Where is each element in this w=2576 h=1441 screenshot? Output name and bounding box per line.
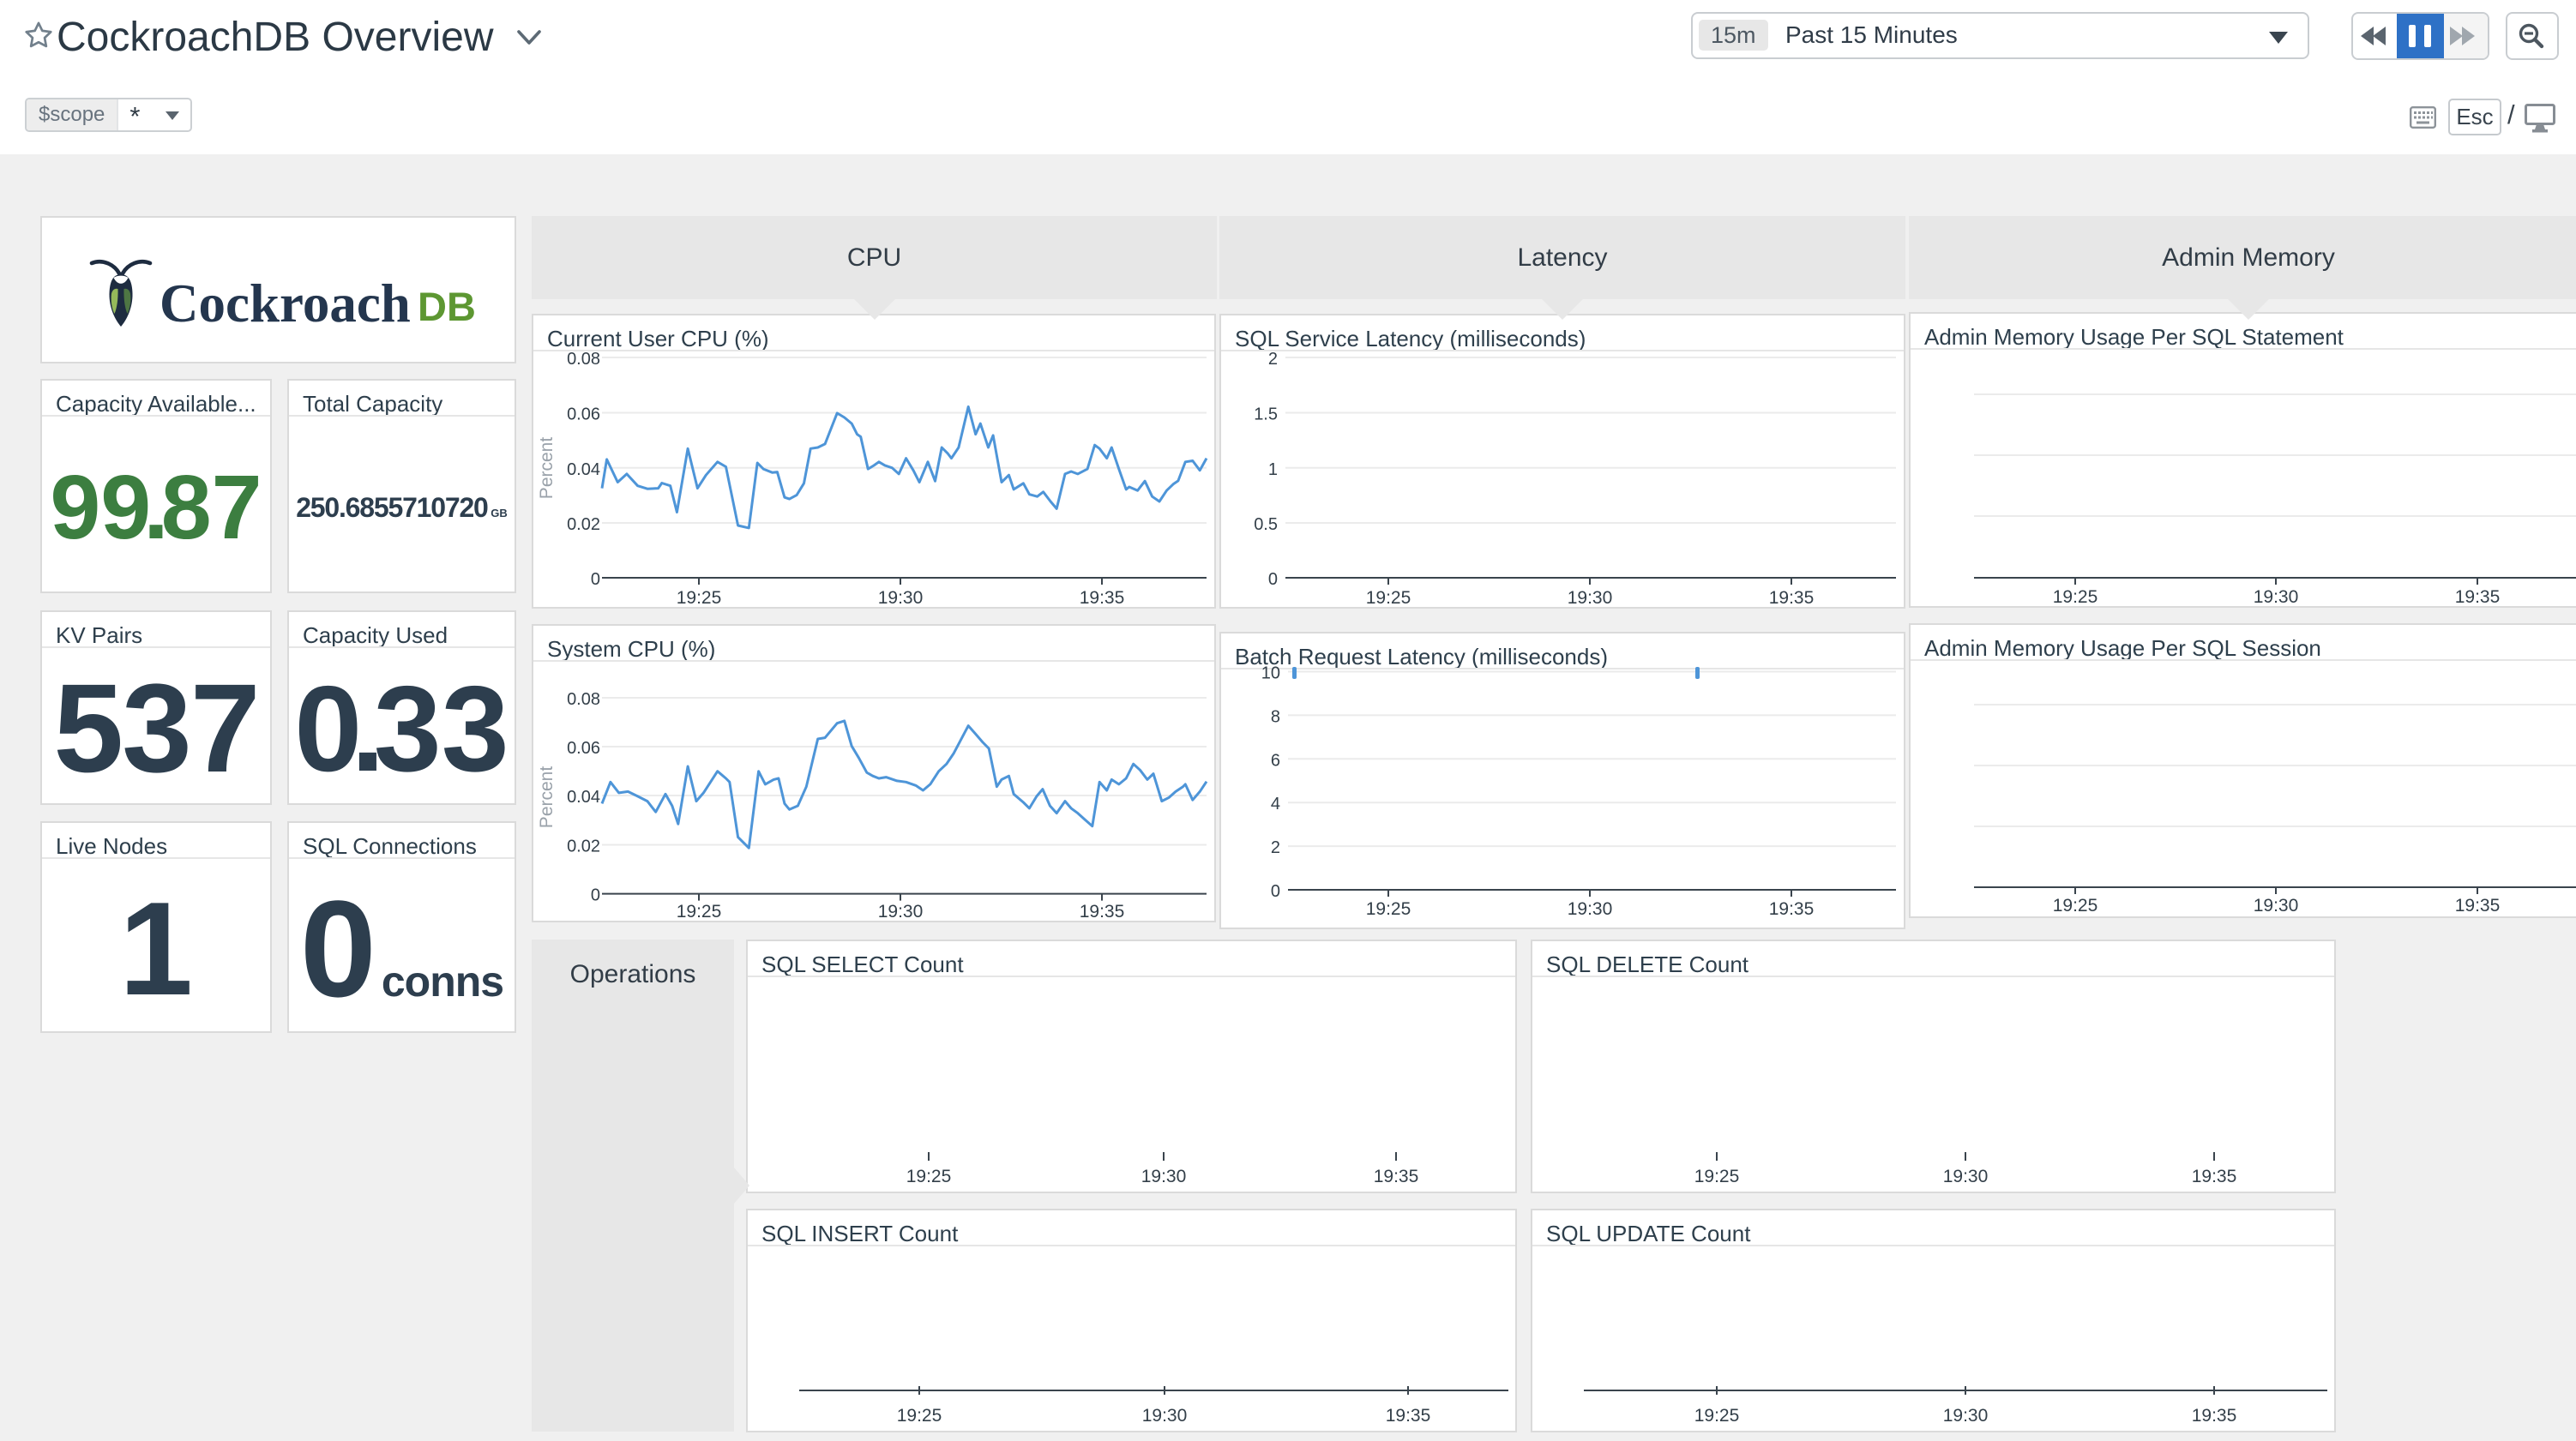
svg-text:19:30: 19:30	[1142, 1406, 1188, 1426]
svg-text:19:25: 19:25	[1366, 588, 1411, 608]
svg-text:0.06: 0.06	[567, 405, 600, 424]
svg-text:19:35: 19:35	[2192, 1406, 2237, 1426]
svg-text:19:25: 19:25	[897, 1406, 942, 1426]
svg-text:19:35: 19:35	[1386, 1406, 1431, 1426]
svg-text:Cockroach: Cockroach	[159, 273, 411, 333]
svg-text:19:25: 19:25	[677, 588, 722, 608]
svg-text:19:25: 19:25	[677, 902, 722, 922]
svg-text:19:30: 19:30	[878, 902, 924, 922]
svg-text:8: 8	[1271, 707, 1280, 726]
svg-text:1.5: 1.5	[1254, 405, 1278, 424]
svg-text:19:35: 19:35	[1374, 1167, 1419, 1186]
svg-text:0.02: 0.02	[567, 838, 600, 856]
svg-text:19:35: 19:35	[1769, 899, 1815, 919]
svg-text:0.08: 0.08	[567, 690, 600, 709]
svg-text:0: 0	[591, 570, 600, 589]
svg-text:0.04: 0.04	[567, 460, 600, 479]
svg-text:19:30: 19:30	[1568, 899, 1613, 919]
svg-text:19:25: 19:25	[1694, 1406, 1740, 1426]
svg-text:19:25: 19:25	[906, 1167, 952, 1186]
svg-text:19:35: 19:35	[1080, 588, 1125, 608]
svg-text:0.04: 0.04	[567, 788, 600, 807]
svg-text:19:35: 19:35	[1769, 588, 1815, 608]
svg-text:2: 2	[1271, 838, 1280, 857]
svg-text:10: 10	[1261, 664, 1280, 683]
svg-text:19:35: 19:35	[2192, 1167, 2237, 1186]
svg-text:19:35: 19:35	[1080, 902, 1125, 922]
svg-text:19:25: 19:25	[2053, 587, 2098, 607]
svg-text:Percent: Percent	[537, 437, 557, 500]
svg-text:19:30: 19:30	[878, 588, 924, 608]
svg-text:19:25: 19:25	[2053, 896, 2098, 916]
svg-text:1: 1	[1268, 460, 1278, 479]
svg-text:19:30: 19:30	[1943, 1406, 1989, 1426]
svg-text:0.06: 0.06	[567, 739, 600, 758]
svg-text:0.08: 0.08	[567, 350, 600, 369]
svg-text:6: 6	[1271, 751, 1280, 770]
svg-text:19:30: 19:30	[1943, 1167, 1989, 1186]
svg-text:19:25: 19:25	[1694, 1167, 1740, 1186]
svg-text:0: 0	[1268, 570, 1278, 589]
svg-text:0.02: 0.02	[567, 515, 600, 534]
svg-text:19:30: 19:30	[2254, 587, 2299, 607]
svg-text:Percent: Percent	[537, 766, 557, 829]
svg-text:0: 0	[1271, 882, 1280, 901]
svg-text:19:30: 19:30	[1568, 588, 1613, 608]
svg-text:19:30: 19:30	[2254, 896, 2299, 916]
svg-text:4: 4	[1271, 795, 1280, 814]
svg-text:19:35: 19:35	[2455, 896, 2501, 916]
svg-text:19:30: 19:30	[1141, 1167, 1187, 1186]
svg-text:19:25: 19:25	[1366, 899, 1411, 919]
svg-text:0: 0	[591, 886, 600, 905]
svg-text:19:35: 19:35	[2455, 587, 2501, 607]
svg-text:0.5: 0.5	[1254, 515, 1278, 534]
svg-text:DB: DB	[418, 284, 476, 329]
svg-text:2: 2	[1268, 350, 1278, 369]
